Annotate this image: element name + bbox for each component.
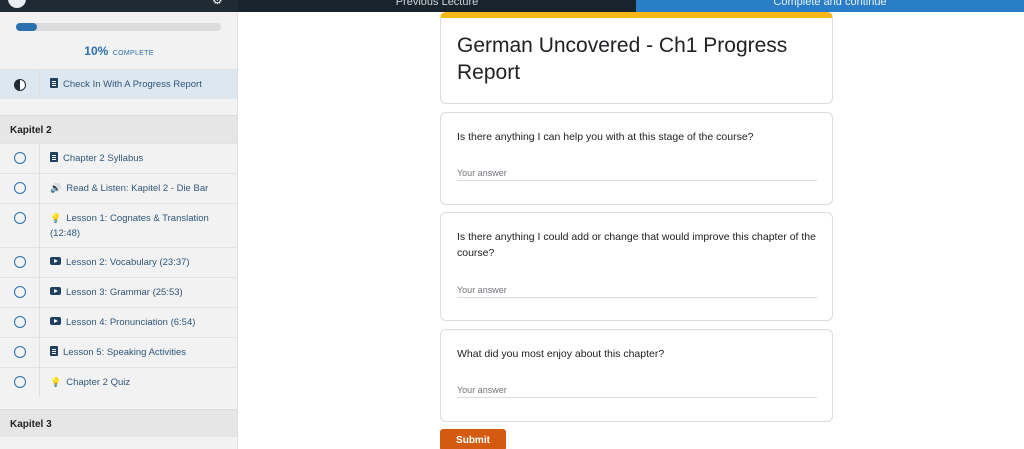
video-icon — [50, 257, 61, 266]
form-title: German Uncovered - Ch1 Progress Report — [457, 34, 788, 84]
previous-lecture-button[interactable]: Previous Lecture — [238, 0, 636, 12]
progress-bar — [16, 23, 221, 31]
lecture-item[interactable]: Lesson 3: Grammar (25:53) — [0, 277, 237, 307]
question-text: Is there anything I can help you with at… — [457, 131, 754, 143]
incomplete-circle-icon — [13, 286, 26, 298]
video-icon — [50, 317, 61, 326]
incomplete-circle-icon — [13, 182, 26, 194]
question-text: Is there anything I could add or change … — [457, 231, 816, 259]
submit-button[interactable]: Submit — [440, 429, 506, 449]
school-logo[interactable] — [8, 0, 26, 8]
answer-input[interactable] — [457, 282, 817, 298]
top-bar: ⚙ Previous Lecture Complete and continue — [0, 0, 1024, 12]
complete-and-continue-button[interactable]: Complete and continue — [636, 0, 1024, 12]
answer-input[interactable] — [457, 165, 817, 181]
lecture-item[interactable]: Lesson 4: Pronunciation (6:54) — [0, 307, 237, 337]
question-text: What did you most enjoy about this chapt… — [457, 348, 665, 360]
audio-icon: 🔊 — [50, 183, 62, 193]
answer-input[interactable] — [457, 382, 817, 398]
section-header: Kapitel 2 — [0, 115, 237, 143]
lecture-item[interactable]: 🔊 Read & Listen: Kapitel 2 - Die Bar — [0, 173, 237, 203]
document-icon — [50, 78, 58, 89]
document-icon — [50, 152, 58, 163]
document-icon — [50, 346, 58, 357]
question-card: Is there anything I could add or change … — [440, 212, 833, 321]
lightbulb-icon: 💡 — [50, 213, 62, 223]
section-header: Kapitel 3 — [0, 409, 237, 437]
incomplete-circle-icon — [13, 376, 26, 388]
progress-text: 10% COMPLETE — [84, 44, 154, 58]
lecture-item[interactable]: 💡 Lesson 1: Cognates & Translation (12:48… — [0, 203, 237, 247]
lecture-item[interactable]: Lesson 5: Speaking Activities — [0, 337, 237, 367]
question-card: What did you most enjoy about this chapt… — [440, 329, 833, 422]
sidebar-item-progress-report[interactable]: Check In With A Progress Report — [0, 69, 237, 99]
incomplete-circle-icon — [13, 316, 26, 328]
incomplete-circle-icon — [13, 212, 26, 224]
course-sidebar: 10% COMPLETE Check In With A Progress Re… — [0, 12, 238, 449]
lecture-item[interactable]: Lesson 2: Vocabulary (23:37) — [0, 247, 237, 277]
incomplete-circle-icon — [13, 256, 26, 268]
incomplete-circle-icon — [13, 346, 26, 358]
gear-icon[interactable]: ⚙ — [212, 0, 223, 6]
form-header-card: German Uncovered - Ch1 Progress Report — [440, 12, 833, 104]
video-icon — [50, 287, 61, 296]
question-card: Is there anything I can help you with at… — [440, 112, 833, 205]
lecture-item[interactable]: 💡 Chapter 2 Quiz — [0, 367, 237, 397]
lightbulb-icon: 💡 — [50, 377, 62, 387]
progress-bar-fill — [16, 23, 37, 31]
incomplete-circle-icon — [13, 152, 26, 164]
in-progress-icon — [13, 79, 26, 91]
lecture-item[interactable]: Chapter 2 Syllabus — [0, 143, 237, 173]
